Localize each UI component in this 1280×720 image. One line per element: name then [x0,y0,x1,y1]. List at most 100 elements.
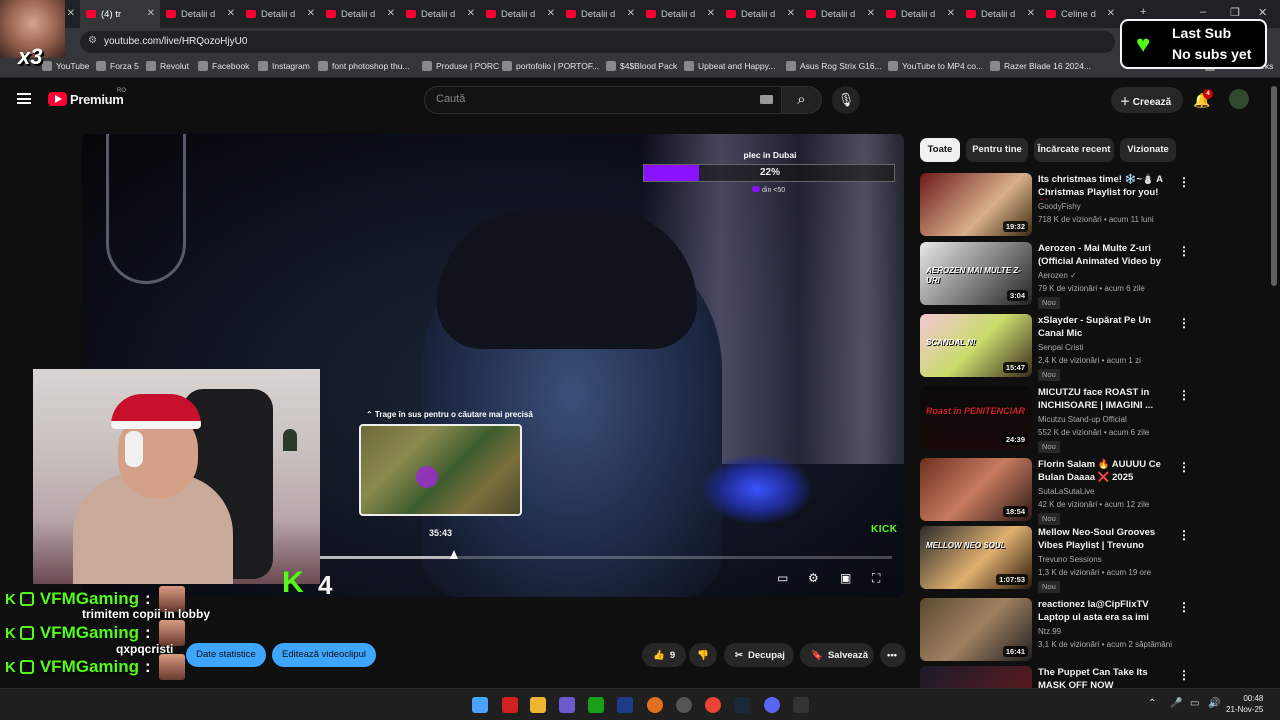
recommended-video[interactable]: The Puppet Can Take Its MASK OFF NOW ⋮ [920,666,1270,688]
browser-tab[interactable]: Detalii d ✕ [560,0,640,28]
menu-icon[interactable] [17,93,31,104]
video-title[interactable]: Aerozen - Mai Multe Z-uri (Official Anim… [1038,242,1168,269]
bookmark-item[interactable]: Facebook [198,61,249,71]
browser-tab[interactable]: Detalii d ✕ [160,0,240,28]
taskbar-clock[interactable]: 00:48 21-Nov-25 [1226,693,1263,715]
tab-close-icon[interactable]: ✕ [707,8,715,19]
filter-chip[interactable]: Vizionate [1120,138,1176,162]
video-menu-icon[interactable]: ⋮ [1178,244,1190,258]
channel-name[interactable]: SutaLaSutaLive [1038,487,1095,496]
browser-tab[interactable]: Detalii d ✕ [800,0,880,28]
channel-name[interactable]: GoodyFishy [1038,202,1081,211]
fullscreen-icon[interactable]: ⛶ [872,571,880,586]
subtitles-icon[interactable]: ▭ [777,571,788,585]
tab-close-icon[interactable]: ✕ [867,8,875,19]
channel-name[interactable]: Aerozen ✓ [1038,271,1077,280]
video-title[interactable]: MICUTZU face ROAST in INCHISOARE | IMAGI… [1038,386,1168,412]
site-info-icon[interactable]: ⚙ [88,35,97,46]
more-actions-button[interactable]: ••• [880,643,906,667]
bookmark-item[interactable]: Forza 5 [96,61,139,71]
tray-display-icon[interactable]: ▭ [1190,698,1199,709]
video-thumbnail[interactable]: AEROZEN MAI MULTE Z-URI 3:04 [920,242,1032,305]
tab-close-icon[interactable]: ✕ [227,8,235,19]
channel-name[interactable]: Ntz.99 [1038,627,1061,636]
video-menu-icon[interactable]: ⋮ [1178,668,1190,682]
recommended-video[interactable]: Roast în PENITENCIAR 24:39 MICUTZU face RO… [920,386,1270,453]
browser-tab[interactable]: (4) tr ✕ [80,0,160,28]
recommended-video[interactable]: AEROZEN MAI MULTE Z-URI 3:04 Aerozen - Mai… [920,242,1270,309]
youtube-logo-icon[interactable] [48,92,67,106]
file-explorer-icon[interactable] [530,697,546,713]
dislike-button[interactable]: 👎 [689,643,717,667]
browser-tab[interactable]: Detalii d ✕ [640,0,720,28]
browser-tab[interactable]: Detalii d ✕ [320,0,400,28]
bookmark-item[interactable]: Instagram [258,61,310,71]
youtube-premium-label[interactable]: Premium [70,92,124,107]
tab-close-icon[interactable]: ✕ [547,8,555,19]
xbox-icon[interactable] [588,697,604,713]
browser-tab[interactable]: Detalii d ✕ [880,0,960,28]
channel-name[interactable]: Senpai Cristi [1038,343,1083,352]
channel-name[interactable]: Trevuno Sessions [1038,555,1102,564]
blender-icon[interactable] [647,697,663,713]
video-title[interactable]: Florin Salam 🔥 AUUUU Ce Bulan Daaaa ❌ 20… [1038,458,1168,485]
recommended-video[interactable]: 18:54 Florin Salam 🔥 AUUUU Ce Bulan Daaaa… [920,458,1270,525]
edit-video-button[interactable]: Editează videoclipul [272,643,376,667]
bookmark-item[interactable]: YouTube to MP4 co... [888,61,983,71]
video-title[interactable]: The Puppet Can Take Its MASK OFF NOW [1038,666,1168,688]
url-field[interactable]: youtube.com/live/HRQozoHjyU0 [80,31,1115,53]
browser-tab[interactable]: Detalii d ✕ [720,0,800,28]
recommended-video[interactable]: 16:41 reactionez la@CipFlixTV Laptop ul a… [920,598,1270,662]
windows-start-icon[interactable] [472,697,488,713]
save-button[interactable]: 🔖 Salvează [800,643,874,667]
filter-chip[interactable]: Încărcate recent [1034,138,1114,162]
filter-chip[interactable]: Pentru tine [966,138,1028,162]
tray-chevron-icon[interactable]: ⌃ [1148,698,1156,709]
bookmark-item[interactable]: portofolio | PORTOF... [502,61,599,71]
tray-volume-icon[interactable]: 🔊 [1208,698,1220,709]
search-button[interactable]: ⌕ [782,86,822,114]
discord-icon[interactable] [764,697,780,713]
bookmark-item[interactable]: Razer Blade 16 2024... [990,61,1091,71]
stats-button[interactable]: Date statistice [186,643,266,667]
close-window-icon[interactable]: ✕ [1258,6,1267,19]
account-avatar[interactable] [1229,89,1249,109]
video-title[interactable]: reactionez la@CipFlixTV Laptop ul asta e… [1038,598,1168,625]
recommended-video[interactable]: SCANDAL N! 15:47 xSlayder - Supărat Pe Un … [920,314,1270,381]
tab-close-icon[interactable]: ✕ [787,8,795,19]
filter-chip[interactable]: Toate [920,138,960,162]
tray-mic-icon[interactable]: 🎤 [1170,698,1182,709]
video-thumbnail[interactable]: 18:54 [920,458,1032,521]
bookmark-item[interactable]: YouTube [42,61,89,71]
keyboard-icon[interactable] [760,95,773,104]
tab-close-icon[interactable]: ✕ [1027,8,1035,19]
seek-bar[interactable] [320,556,892,559]
bookmark-item[interactable]: $4$Blood Pack [606,61,677,71]
video-menu-icon[interactable]: ⋮ [1178,460,1190,474]
steam-icon[interactable] [734,697,750,713]
app-icon[interactable] [676,697,692,713]
video-menu-icon[interactable]: ⋮ [1178,528,1190,542]
miniplayer-icon[interactable]: ▣ [840,571,851,585]
tab-close-icon[interactable]: ✕ [67,8,75,19]
bookmark-item[interactable]: Produse | PORC [422,61,499,71]
minimize-icon[interactable]: – [1200,6,1206,18]
video-thumbnail[interactable]: 16:41 [920,598,1032,661]
recommended-video[interactable]: MELLOW NEO SOUL 1:07:53 Mellow Neo-Soul Gr… [920,526,1270,593]
video-menu-icon[interactable]: ⋮ [1178,600,1190,614]
video-menu-icon[interactable]: ⋮ [1178,316,1190,330]
tab-close-icon[interactable]: ✕ [947,8,955,19]
video-title[interactable]: xSlayder - Supărat Pe Un Canal Mic [1038,314,1168,340]
clip-button[interactable]: ✂ Decupaj [724,643,794,667]
video-thumbnail[interactable]: SCANDAL N! 15:47 [920,314,1032,377]
browser-tab[interactable]: Detalii d ✕ [240,0,320,28]
video-thumbnail[interactable] [920,666,1032,688]
voice-search-button[interactable]: 🎙 [832,86,860,114]
video-thumbnail[interactable]: 19:32 [920,173,1032,236]
video-title[interactable]: Its christmas time! ❄️~⛄ A Christmas Pla… [1038,173,1168,200]
bookmark-item[interactable]: Upbeat and Happy... [684,61,775,71]
like-button[interactable]: 👍 9 [642,643,686,667]
video-title[interactable]: Mellow Neo-Soul Grooves Vibes Playlist |… [1038,526,1168,553]
tab-close-icon[interactable]: ✕ [307,8,315,19]
search-input[interactable]: Caută [424,86,782,114]
